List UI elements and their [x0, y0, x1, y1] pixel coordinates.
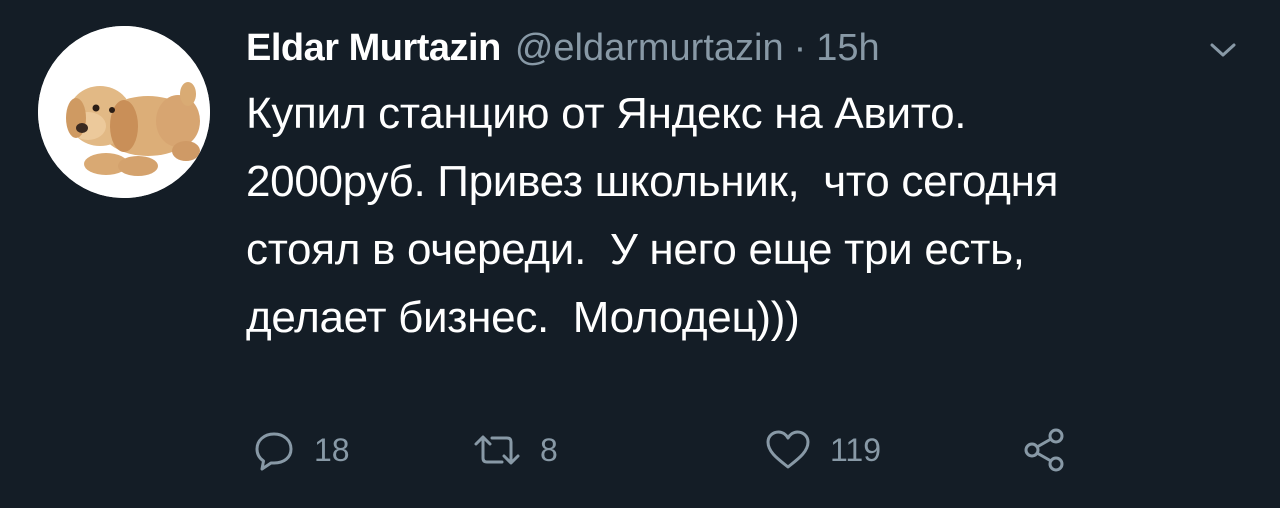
share-button[interactable]: [1022, 420, 1070, 480]
tweet[interactable]: Eldar Murtazin @eldarmurtazin · 15h Купи…: [0, 0, 1280, 508]
tweet-text-line: 2000руб. Привез школьник, что сегодня: [246, 157, 1059, 206]
like-button[interactable]: 119: [764, 420, 881, 480]
tweet-timestamp[interactable]: 15h: [816, 24, 879, 72]
user-handle[interactable]: @eldarmurtazin: [515, 24, 784, 72]
share-icon: [1024, 428, 1064, 472]
like-count: 119: [830, 431, 882, 468]
tweet-text-line: стоял в очереди. У него еще три есть,: [246, 225, 1025, 274]
tweet-text-line: Купил станцию от Яндекс на Авито.: [246, 89, 967, 138]
chevron-down-icon: [1210, 43, 1236, 57]
retweet-count: 8: [540, 431, 558, 468]
avatar[interactable]: [38, 26, 210, 198]
reply-button[interactable]: 18: [252, 420, 350, 480]
plush-puppy-icon: [38, 26, 210, 198]
tweet-header: Eldar Murtazin @eldarmurtazin · 15h: [246, 24, 880, 72]
reply-icon: [255, 432, 293, 471]
tweet-text-line: делает бизнес. Молодец))): [246, 293, 800, 342]
retweet-button[interactable]: 8: [472, 420, 558, 480]
heart-icon: [766, 430, 810, 469]
header-separator: ·: [793, 27, 807, 69]
display-name[interactable]: Eldar Murtazin: [246, 24, 501, 72]
tweet-menu-button[interactable]: [1208, 40, 1238, 60]
retweet-icon: [474, 435, 520, 465]
reply-count: 18: [314, 431, 350, 468]
tweet-text: Купил станцию от Яндекс на Авито. 2000ру…: [246, 80, 1246, 352]
